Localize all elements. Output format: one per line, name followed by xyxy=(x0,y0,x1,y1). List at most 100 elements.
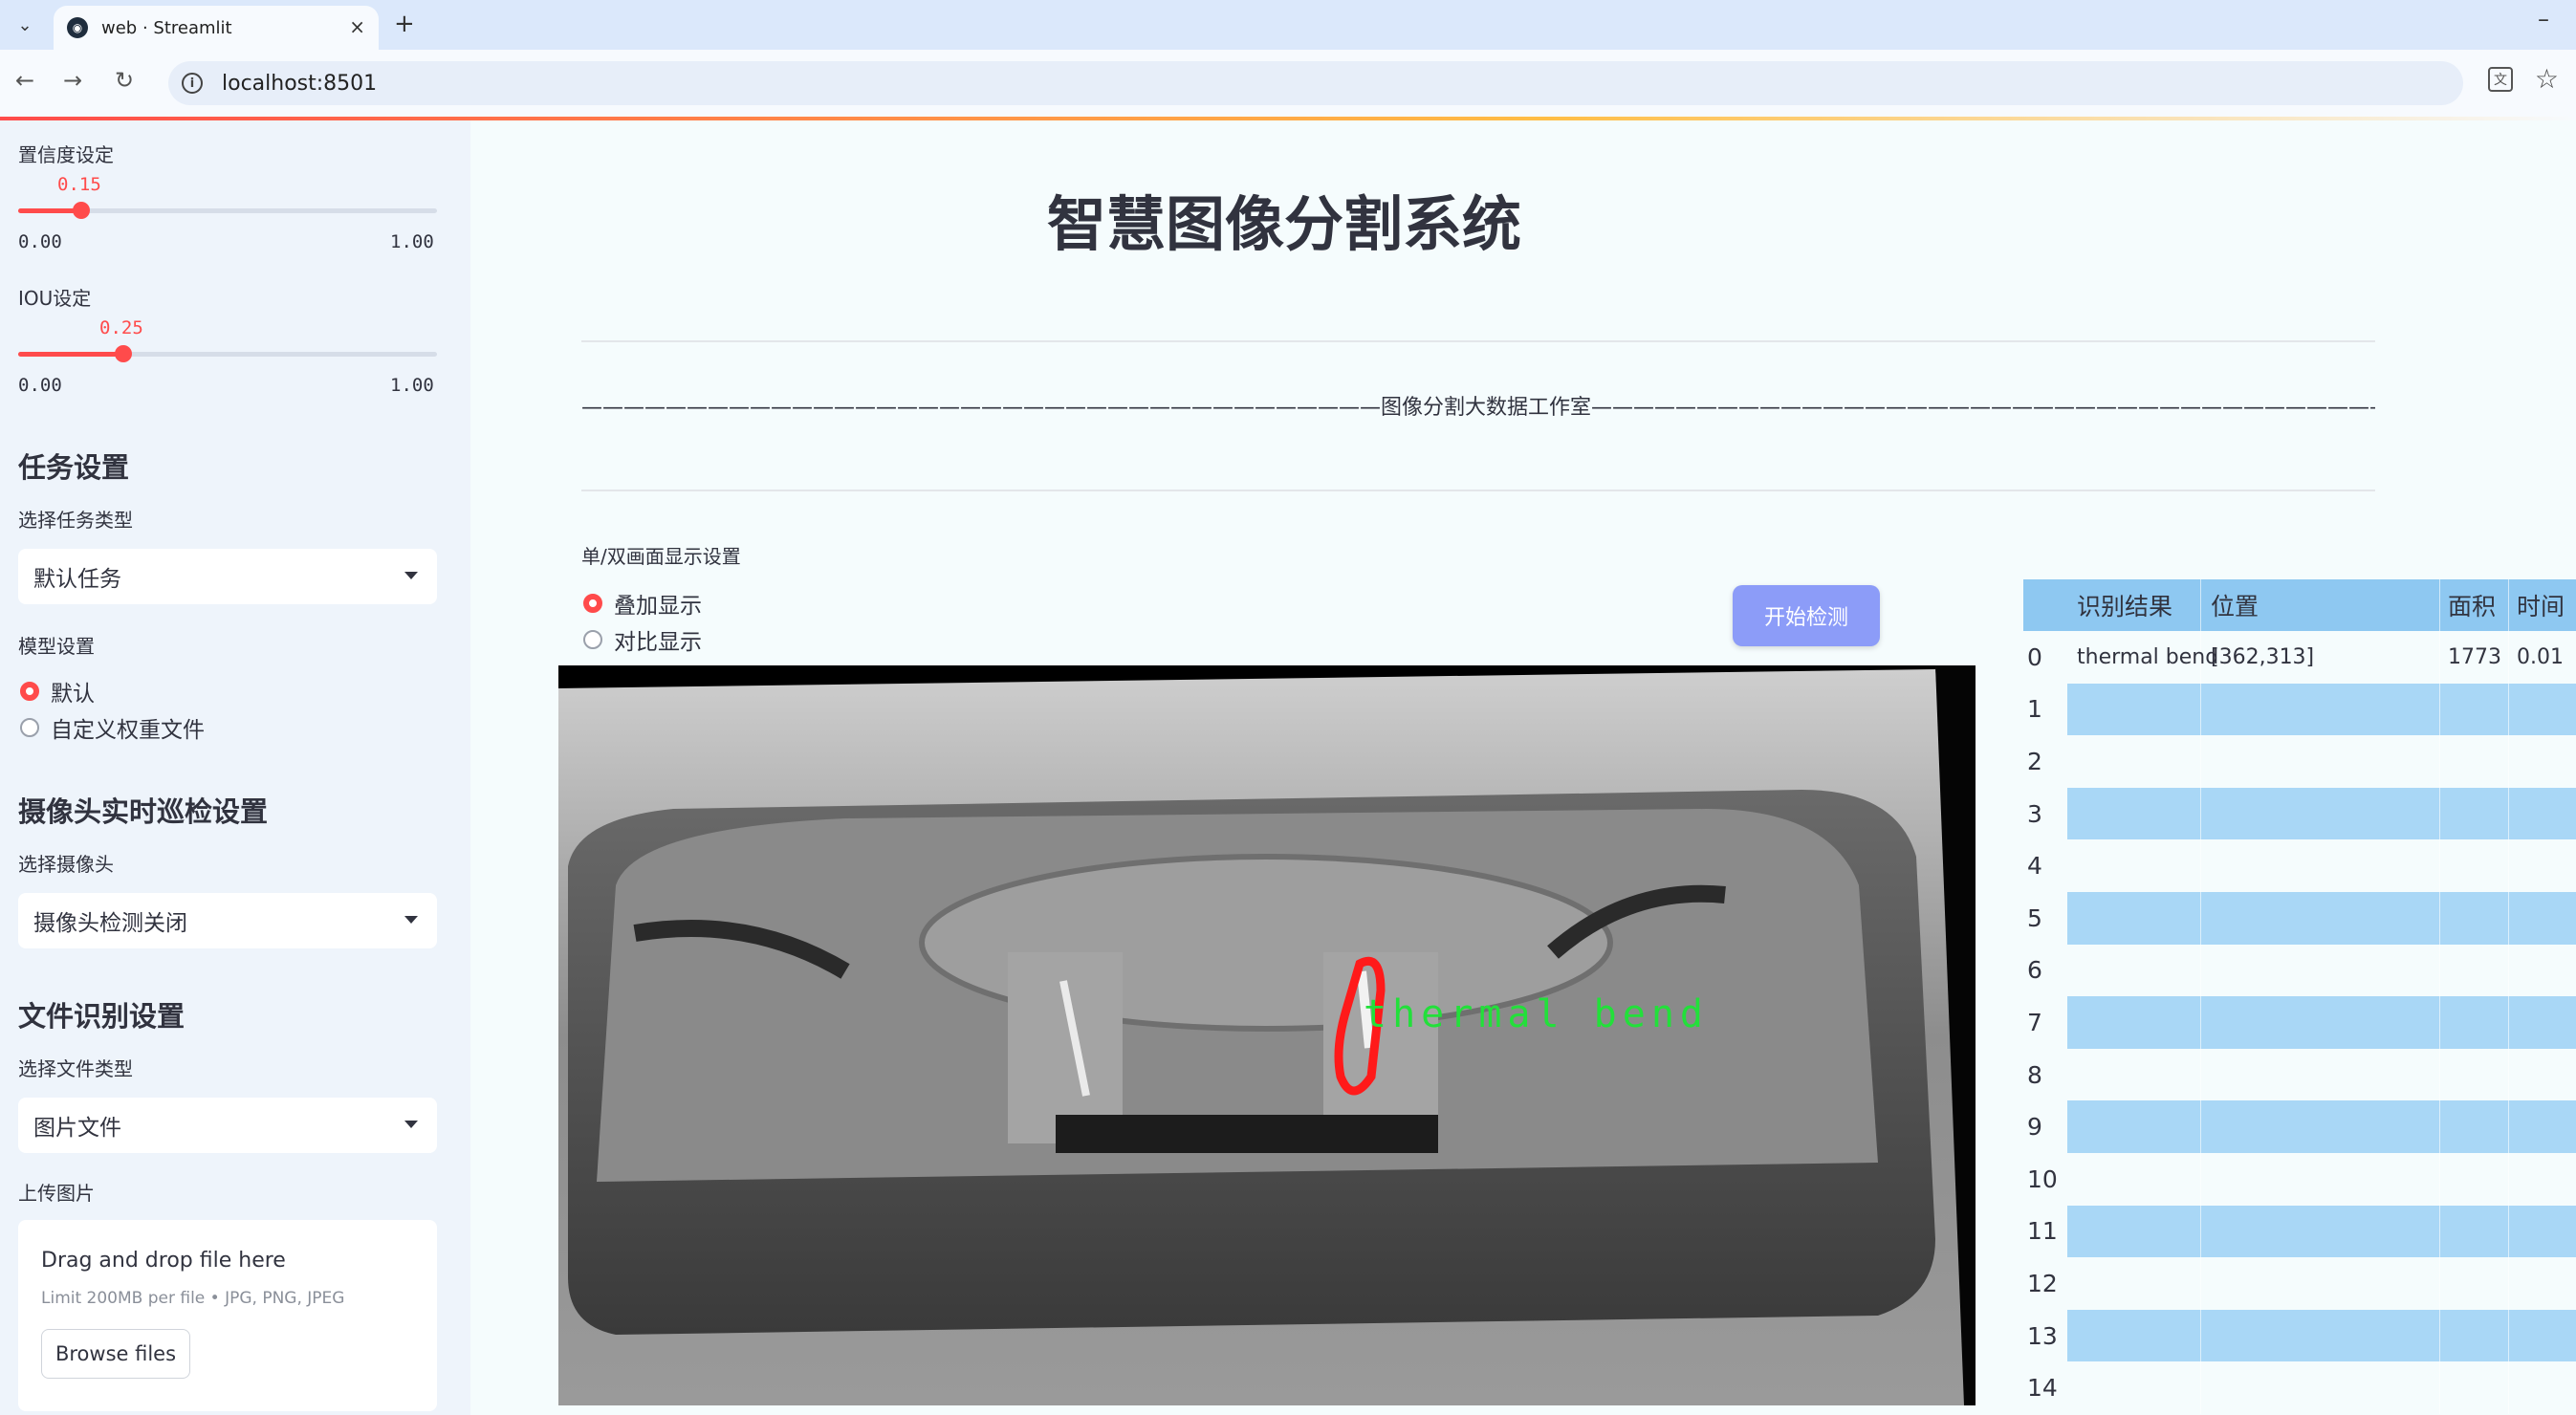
streamlit-favicon-icon: ◉ xyxy=(67,17,88,38)
table-row[interactable]: 12 xyxy=(2023,1257,2576,1310)
radio-selected-icon xyxy=(583,594,602,613)
cell-area xyxy=(2440,1048,2509,1101)
confidence-slider-thumb[interactable] xyxy=(73,202,90,219)
table-row[interactable]: 7 xyxy=(2023,996,2576,1049)
table-row[interactable]: 5 xyxy=(2023,891,2576,945)
site-info-icon[interactable]: i xyxy=(182,73,203,94)
file-type-label: 选择文件类型 xyxy=(18,1057,133,1080)
display-option-compare: 对比显示 xyxy=(614,630,702,655)
detection-label-text: thermal bend xyxy=(1364,992,1709,1036)
col-header-time[interactable]: 时间 xyxy=(2509,579,2576,631)
browse-files-button[interactable]: Browse files xyxy=(41,1329,190,1379)
table-row[interactable]: 8 xyxy=(2023,1048,2576,1101)
col-header-result[interactable]: 识别结果 xyxy=(2067,579,2201,631)
col-header-position[interactable]: 位置 xyxy=(2201,579,2440,631)
cell-result xyxy=(2067,735,2201,788)
iou-slider-thumb[interactable] xyxy=(115,345,132,362)
model-radio-default[interactable]: 默认 xyxy=(20,675,95,708)
display-mode-label: 单/双画面显示设置 xyxy=(581,545,741,568)
cell-area xyxy=(2440,787,2509,840)
row-index: 10 xyxy=(2023,1152,2067,1206)
file-settings-heading: 文件识别设置 xyxy=(18,1000,186,1033)
divider xyxy=(581,490,2375,491)
display-radio-compare[interactable]: 对比显示 xyxy=(583,623,702,656)
dropzone-limits: Limit 200MB per file • JPG, PNG, JPEG xyxy=(41,1289,345,1308)
cell-result xyxy=(2067,1309,2201,1362)
main-content: 智慧图像分割系统 ———————————————————————————————… xyxy=(470,120,2576,1415)
task-type-value: 默认任务 xyxy=(33,567,121,592)
bookmark-star-icon[interactable]: ☆ xyxy=(2535,63,2559,95)
table-row[interactable]: 13 xyxy=(2023,1309,2576,1362)
table-row[interactable]: 3 xyxy=(2023,787,2576,840)
table-row[interactable]: 4 xyxy=(2023,839,2576,892)
cell-position xyxy=(2201,683,2440,736)
col-header-area[interactable]: 面积 xyxy=(2440,579,2509,631)
file-uploader-dropzone[interactable]: Drag and drop file here Limit 200MB per … xyxy=(18,1220,437,1411)
cell-time xyxy=(2509,1361,2576,1414)
radio-unselected-icon xyxy=(20,718,39,737)
cell-time: 0.01 xyxy=(2517,644,2564,669)
start-detection-button[interactable]: 开始检测 xyxy=(1733,585,1880,646)
row-index: 11 xyxy=(2023,1205,2067,1258)
camera-select-value: 摄像头检测关闭 xyxy=(33,911,187,936)
tab-close-icon[interactable]: × xyxy=(349,15,365,38)
window-minimize-icon[interactable]: – xyxy=(2538,6,2549,33)
table-row[interactable]: 0 thermal bend [362,313] 1773 0.01 xyxy=(2023,631,2576,684)
table-row[interactable]: 2 xyxy=(2023,735,2576,788)
row-index: 7 xyxy=(2023,996,2067,1049)
url-omnibox[interactable]: i localhost:8501 xyxy=(168,61,2463,105)
cell-time xyxy=(2509,1049,2576,1101)
iou-label: IOU设定 xyxy=(18,287,92,310)
table-row[interactable]: 14 xyxy=(2023,1361,2576,1414)
cell-result: thermal bend xyxy=(2067,631,2218,684)
confidence-value: 0.15 xyxy=(57,174,101,195)
tab-title: web · Streamlit xyxy=(101,17,232,38)
table-row[interactable]: 10 xyxy=(2023,1152,2576,1206)
cell-area: 1773 xyxy=(2440,631,2509,684)
back-arrow-icon[interactable]: ← xyxy=(15,67,34,94)
iou-slider[interactable] xyxy=(18,345,437,362)
cell-position xyxy=(2201,1152,2440,1206)
camera-select-label: 选择摄像头 xyxy=(18,853,114,876)
cell-time xyxy=(2509,996,2576,1049)
file-type-select[interactable]: 图片文件 xyxy=(18,1098,437,1153)
address-bar: ← → ↻ i localhost:8501 文 ☆ xyxy=(0,50,2576,117)
browser-tab[interactable]: ◉ web · Streamlit × xyxy=(54,6,379,50)
display-radio-overlay[interactable]: 叠加显示 xyxy=(583,587,702,620)
cell-result xyxy=(2067,683,2201,736)
reload-icon[interactable]: ↻ xyxy=(115,67,134,94)
cell-area xyxy=(2440,1152,2509,1206)
table-row[interactable]: 1 xyxy=(2023,683,2576,736)
result-image-canvas: thermal bend xyxy=(558,665,1976,1405)
cell-area xyxy=(2440,1309,2509,1362)
table-body: 0 thermal bend [362,313] 1773 0.01 1 2 3 4 5 6 7 8 9 1… xyxy=(2023,631,2576,1414)
tab-search-chevron-icon[interactable]: ⌄ xyxy=(10,10,40,40)
results-table[interactable]: 识别结果 位置 面积 时间 0 thermal bend [362,313] 1773… xyxy=(2023,579,2576,1414)
radio-selected-icon xyxy=(20,682,39,701)
task-type-select[interactable]: 默认任务 xyxy=(18,549,437,604)
cell-position xyxy=(2201,1361,2440,1414)
row-index: 13 xyxy=(2023,1309,2067,1362)
cell-position xyxy=(2201,891,2440,945)
table-row[interactable]: 6 xyxy=(2023,944,2576,997)
table-row[interactable]: 11 xyxy=(2023,1205,2576,1258)
table-row[interactable]: 9 xyxy=(2023,1100,2576,1153)
row-index: 1 xyxy=(2023,683,2067,736)
forward-arrow-icon[interactable]: → xyxy=(63,67,82,94)
cell-position xyxy=(2201,1205,2440,1258)
row-index: 12 xyxy=(2023,1257,2067,1310)
cell-position: [362,313] xyxy=(2201,631,2440,684)
cell-time xyxy=(2509,788,2576,840)
camera-select[interactable]: 摄像头检测关闭 xyxy=(18,893,437,948)
cell-time xyxy=(2509,839,2576,892)
cell-position xyxy=(2201,1257,2440,1310)
translate-icon[interactable]: 文 xyxy=(2488,67,2513,92)
cell-time xyxy=(2509,1153,2576,1206)
cell-area xyxy=(2440,891,2509,945)
task-settings-heading: 任务设置 xyxy=(18,451,130,484)
model-radio-custom[interactable]: 自定义权重文件 xyxy=(20,711,205,744)
iou-max: 1.00 xyxy=(390,375,434,396)
new-tab-icon[interactable]: + xyxy=(394,10,415,38)
task-type-label: 选择任务类型 xyxy=(18,509,133,532)
cell-position xyxy=(2201,839,2440,892)
